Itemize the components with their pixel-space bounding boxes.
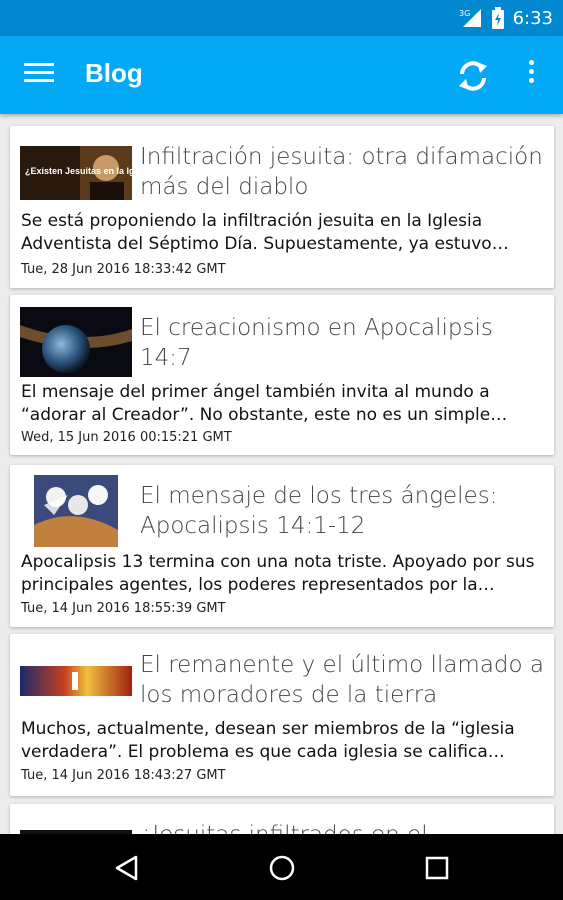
more-vert-icon[interactable] (522, 60, 540, 90)
navigation-bar (0, 834, 563, 900)
status-bar: 3G 6:33 (0, 0, 563, 36)
battery-icon (491, 7, 504, 29)
clock: 6:33 (512, 7, 553, 29)
post-date: Tue, 14 Jun 2016 18:55:39 GMT (21, 601, 226, 616)
signal-icon: 3G (459, 9, 481, 27)
network-type-label: 3G (459, 9, 470, 18)
post-card[interactable]: El remanente y el último llamado a los m… (10, 634, 554, 796)
hamburger-menu-icon[interactable] (24, 63, 54, 87)
post-date: Tue, 14 Jun 2016 18:43:27 GMT (21, 768, 226, 783)
post-card[interactable]: ¿Existen Jesuitas en la Iglesia? Infiltr… (10, 126, 554, 288)
post-excerpt: Apocalipsis 13 termina con una nota tris… (21, 552, 535, 595)
post-card[interactable]: El mensaje de los tres ángeles: Apocalip… (10, 465, 554, 627)
post-thumbnail (20, 307, 132, 377)
post-card[interactable]: ¿Jesuitas infiltrados en el (10, 804, 554, 834)
post-thumbnail (20, 666, 132, 696)
refresh-icon[interactable] (455, 58, 491, 94)
post-title: El creacionismo en Apocalipsis 14:7 (140, 315, 493, 371)
post-excerpt: Muchos, actualmente, desean ser miembros… (21, 719, 515, 762)
post-title: El remanente y el último llamado a los m… (140, 652, 545, 708)
thumbnail-caption: ¿Existen Jesuitas en la Iglesia? (25, 166, 132, 176)
post-title: El mensaje de los tres ángeles: Apocalip… (140, 483, 498, 539)
page-title: Blog (85, 58, 143, 88)
post-date: Wed, 15 Jun 2016 00:15:21 GMT (21, 430, 232, 445)
home-icon[interactable] (267, 853, 297, 883)
post-excerpt: Se está proponiendo la infiltración jesu… (21, 211, 509, 254)
post-list[interactable]: ¿Existen Jesuitas en la Iglesia? Infiltr… (0, 114, 563, 834)
post-date: Tue, 28 Jun 2016 18:33:42 GMT (21, 262, 226, 277)
post-card[interactable]: El creacionismo en Apocalipsis 14:7 El m… (10, 295, 554, 455)
app-bar: Blog (0, 36, 563, 114)
post-thumbnail: ¿Existen Jesuitas en la Iglesia? (20, 146, 132, 200)
back-icon[interactable] (112, 853, 142, 883)
post-title: Infiltración jesuita: otra difamación má… (140, 144, 543, 200)
post-thumbnail (34, 475, 118, 547)
post-excerpt: El mensaje del primer ángel también invi… (21, 382, 508, 425)
post-title: ¿Jesuitas infiltrados en el (140, 820, 544, 834)
recents-icon[interactable] (422, 853, 452, 883)
